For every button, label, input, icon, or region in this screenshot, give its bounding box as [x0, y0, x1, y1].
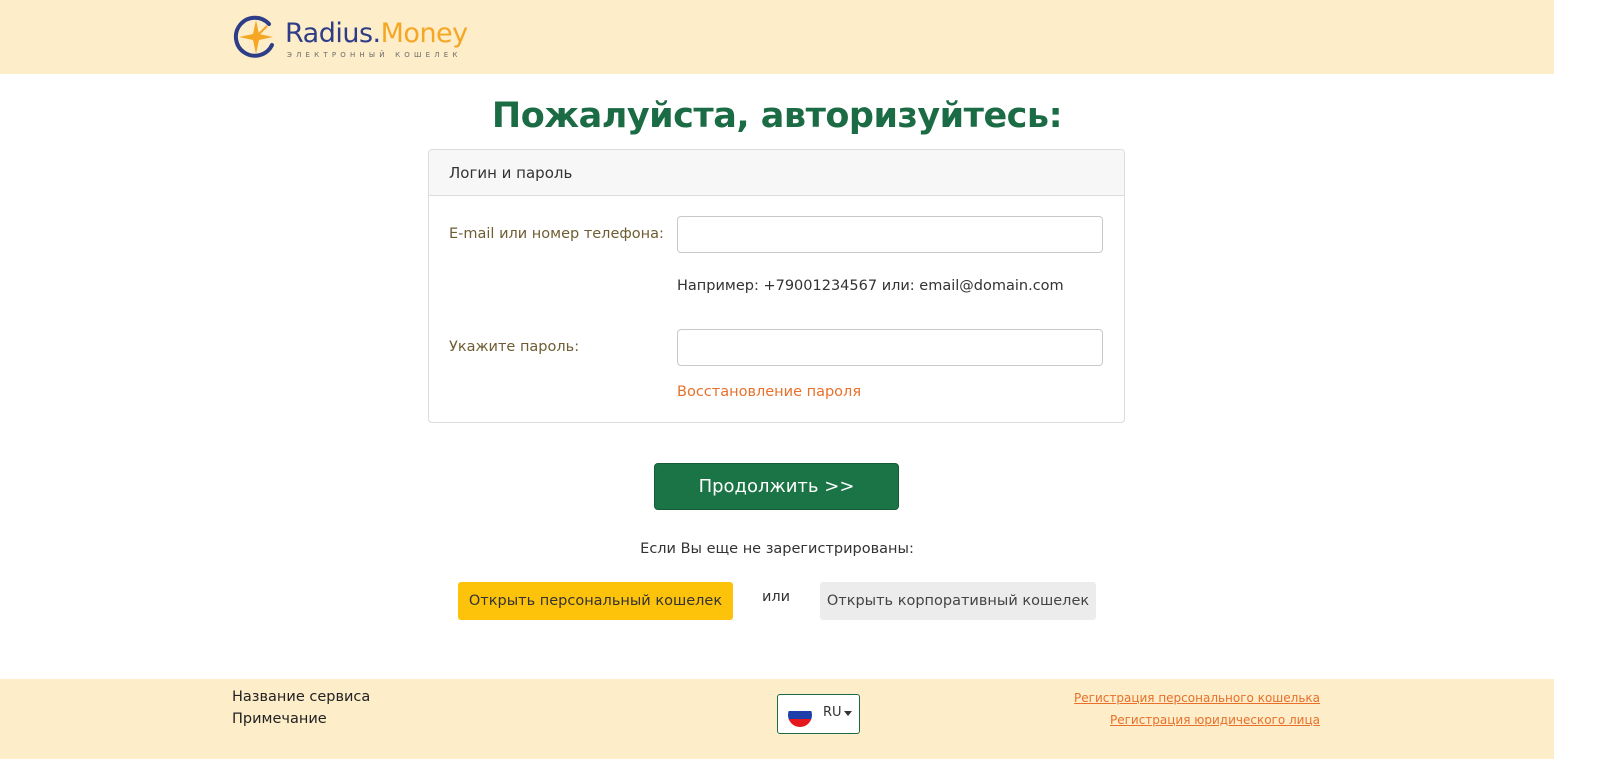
logo-wordmark: Radius.Money — [285, 16, 468, 52]
scrollbar[interactable] — [1554, 0, 1599, 759]
recover-password-link[interactable]: Восстановление пароля — [677, 384, 861, 400]
open-corporate-wallet-button[interactable]: Открыть корпоративный кошелек — [820, 582, 1096, 620]
login-input[interactable] — [677, 216, 1103, 253]
footer: Название сервиса Примечание RU Регистрац… — [0, 679, 1554, 759]
logo[interactable]: Radius.Money ЭЛЕКТРОННЫЙ КОШЕЛЕК — [233, 14, 493, 62]
logo-compass-icon — [233, 15, 274, 58]
logo-name-part2: Money — [380, 18, 469, 49]
open-personal-wallet-button[interactable]: Открыть персональный кошелек — [458, 582, 733, 620]
logo-name-part1: Radius. — [285, 18, 381, 49]
login-hint: Например: +79001234567 или: email@domain… — [677, 278, 1064, 294]
continue-button[interactable]: Продолжить >> — [654, 463, 899, 510]
language-selector[interactable]: RU — [777, 694, 860, 734]
password-input[interactable] — [677, 329, 1103, 366]
footer-service-name: Название сервиса — [232, 689, 371, 705]
login-label: E-mail или номер телефона: — [449, 226, 664, 242]
caret-down-icon — [844, 711, 852, 716]
or-text: или — [761, 589, 791, 605]
register-personal-wallet-link[interactable]: Регистрация персонального кошелька — [1074, 691, 1320, 705]
footer-note: Примечание — [232, 711, 327, 727]
russia-flag-icon — [788, 703, 812, 727]
language-code: RU — [823, 705, 842, 720]
password-label: Укажите пароль: — [449, 339, 580, 355]
not-registered-text: Если Вы еще не зарегистрированы: — [640, 541, 914, 557]
register-legal-entity-link[interactable]: Регистрация юридического лица — [1110, 713, 1320, 727]
header: Radius.Money ЭЛЕКТРОННЫЙ КОШЕЛЕК — [0, 0, 1554, 74]
login-card: Логин и пароль E-mail или номер телефона… — [428, 149, 1125, 423]
logo-tagline: ЭЛЕКТРОННЫЙ КОШЕЛЕК — [287, 51, 462, 59]
card-header: Логин и пароль — [429, 150, 1124, 196]
page-title: Пожалуйста, авторизуйтесь: — [491, 96, 1063, 136]
